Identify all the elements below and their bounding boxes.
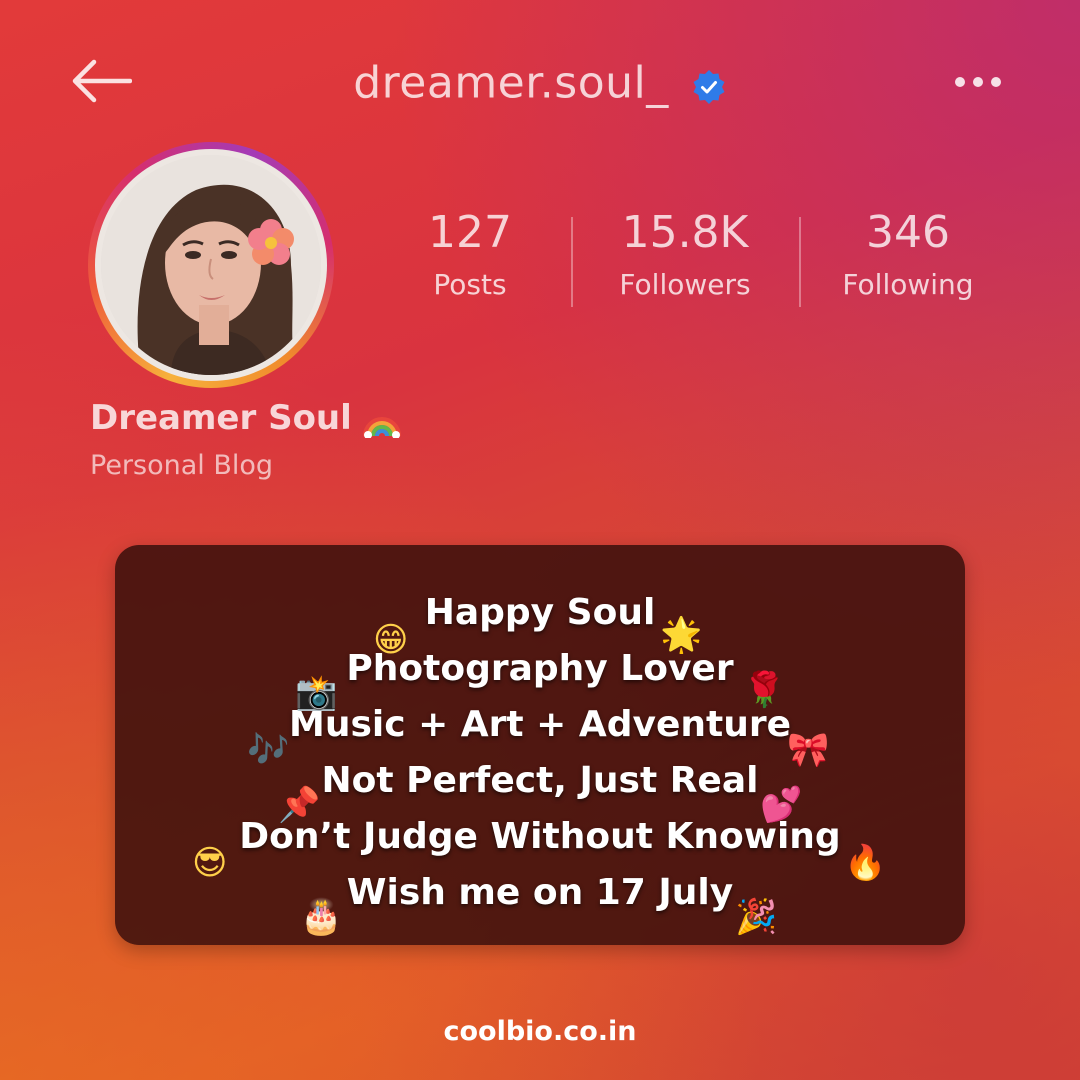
profile-stats: 127 Posts 15.8K Followers 346 Following — [360, 205, 1020, 315]
stat-following-label: Following — [842, 268, 974, 301]
avatar-portrait-image — [101, 155, 321, 375]
avatar — [101, 155, 321, 375]
bio-line: Photography Lover — [346, 648, 734, 689]
profile-category: Personal Blog — [90, 450, 274, 481]
stat-posts-label: Posts — [433, 268, 507, 301]
stat-posts-value: 127 — [428, 207, 512, 258]
more-dots-icon — [955, 77, 1001, 87]
stat-followers[interactable]: 15.8K Followers — [575, 205, 795, 305]
more-options-button[interactable] — [952, 70, 1004, 94]
bio-line: Music + Art + Adventure — [289, 704, 791, 745]
bio-line: Wish me on 17 July — [346, 872, 734, 913]
bio-line: Not Perfect, Just Real — [321, 760, 759, 801]
avatar-story-ring[interactable] — [88, 142, 334, 388]
rainbow-icon — [362, 407, 402, 439]
stat-followers-label: Followers — [619, 268, 751, 301]
stat-divider — [571, 217, 573, 307]
grin-emoji-icon: 😁 — [373, 620, 409, 660]
stat-following-value: 346 — [866, 207, 950, 258]
profile-header: dreamer.soul_ — [0, 0, 1080, 160]
ribbon-emoji-icon: 🎀 — [787, 730, 830, 770]
stat-following[interactable]: 346 Following — [798, 205, 1018, 305]
hearts-emoji-icon: 💕 — [760, 785, 803, 825]
display-name: Dreamer Soul — [90, 398, 402, 439]
bio-line: Don’t Judge Without Knowing — [239, 816, 841, 857]
cake-emoji-icon: 🎂 — [300, 897, 343, 937]
bio-card: Happy Soul Photography Lover Music + Art… — [115, 545, 965, 945]
party-emoji-icon: 🎉 — [735, 897, 778, 937]
rose-emoji-icon: 🌹 — [743, 670, 786, 710]
avatar-border — [95, 149, 327, 381]
sparkle-emoji-icon: 🌟 — [660, 615, 703, 655]
pin-emoji-icon: 📌 — [278, 785, 321, 825]
footer-site-link[interactable]: coolbio.co.in — [0, 1016, 1080, 1047]
sunglasses-emoji-icon: 😎 — [192, 843, 228, 883]
fire-emoji-icon: 🔥 — [844, 843, 887, 883]
verified-badge-icon — [691, 65, 727, 104]
camera-emoji-icon: 📸 — [295, 673, 338, 713]
display-name-text: Dreamer Soul — [90, 398, 352, 438]
username-text: dreamer.soul_ — [353, 57, 669, 109]
bio-line: Happy Soul — [424, 592, 656, 633]
stat-posts[interactable]: 127 Posts — [360, 205, 580, 305]
music-emoji-icon: 🎶 — [247, 730, 290, 770]
bio-text-block: Happy Soul Photography Lover Music + Art… — [115, 585, 965, 921]
username-title: dreamer.soul_ — [0, 55, 1080, 109]
stat-followers-value: 15.8K — [621, 207, 749, 258]
